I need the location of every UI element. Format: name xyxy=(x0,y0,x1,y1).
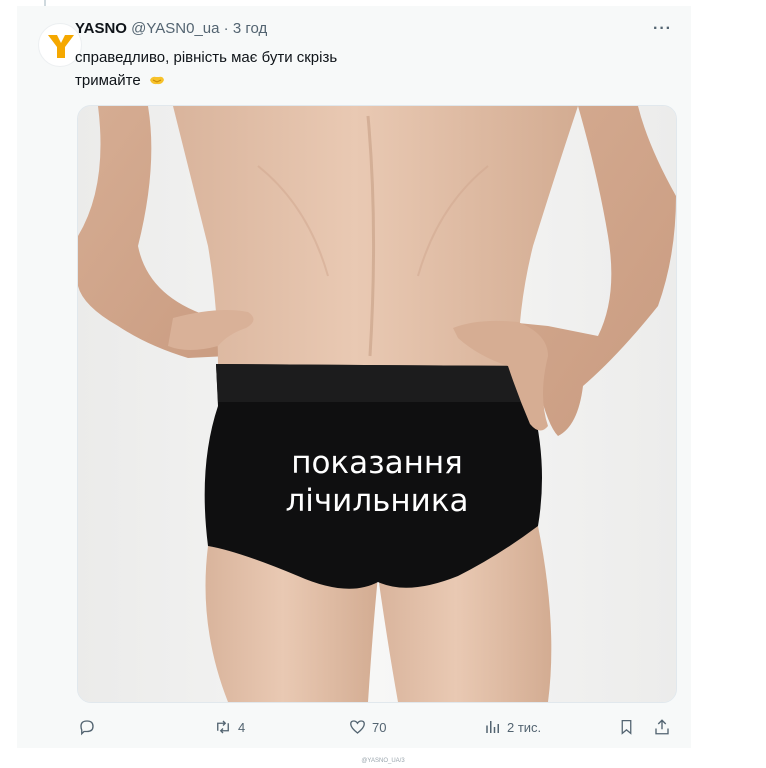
reply-icon xyxy=(80,720,94,736)
handshake-emoji-icon xyxy=(149,76,164,85)
heart-icon xyxy=(350,720,365,734)
like-count: 70 xyxy=(372,719,387,735)
tweet-card[interactable]: YASNO @YASN0_ua · 3 год ··· справедливо,… xyxy=(17,6,691,748)
reply-button[interactable] xyxy=(78,718,101,736)
yasno-logo-icon xyxy=(48,35,74,58)
tweet-header: YASNO @YASN0_ua · 3 год xyxy=(75,20,267,37)
tweet-text-line-2-label: тримайте xyxy=(75,72,141,89)
watermark: @YASNO_UA/3 xyxy=(361,758,405,764)
image-caption-line-1: показання xyxy=(291,445,463,481)
author-name[interactable]: YASNO xyxy=(75,20,127,37)
image-caption-line-2: лічильника xyxy=(285,483,469,519)
tweet-text: справедливо, рівність має бути скрізь тр… xyxy=(75,46,337,92)
share-icon xyxy=(655,719,669,735)
views-count: 2 тис. xyxy=(507,719,542,735)
author-handle[interactable]: @YASN0_ua xyxy=(131,20,219,37)
tweet-media-image[interactable]: показання лічильника xyxy=(77,105,677,703)
more-options-button[interactable]: ··· xyxy=(653,20,672,38)
tweet-actions-bar: 4 70 2 тис. xyxy=(17,718,691,740)
retweet-icon xyxy=(217,720,229,734)
bookmark-button[interactable] xyxy=(618,718,635,736)
underwear-photo xyxy=(78,106,676,702)
separator-dot: · xyxy=(223,20,229,37)
tweet-time[interactable]: 3 год xyxy=(233,20,267,37)
tweet-text-line-1: справедливо, рівність має бути скрізь xyxy=(75,49,338,66)
like-button[interactable]: 70 xyxy=(348,718,386,736)
bookmark-icon xyxy=(621,719,632,735)
retweet-button[interactable]: 4 xyxy=(213,718,245,736)
views-button[interactable]: 2 тис. xyxy=(484,718,541,736)
retweet-count: 4 xyxy=(238,719,246,735)
views-icon xyxy=(486,721,499,733)
tweet-text-line-2: тримайте xyxy=(75,69,337,92)
share-button[interactable] xyxy=(653,718,671,736)
